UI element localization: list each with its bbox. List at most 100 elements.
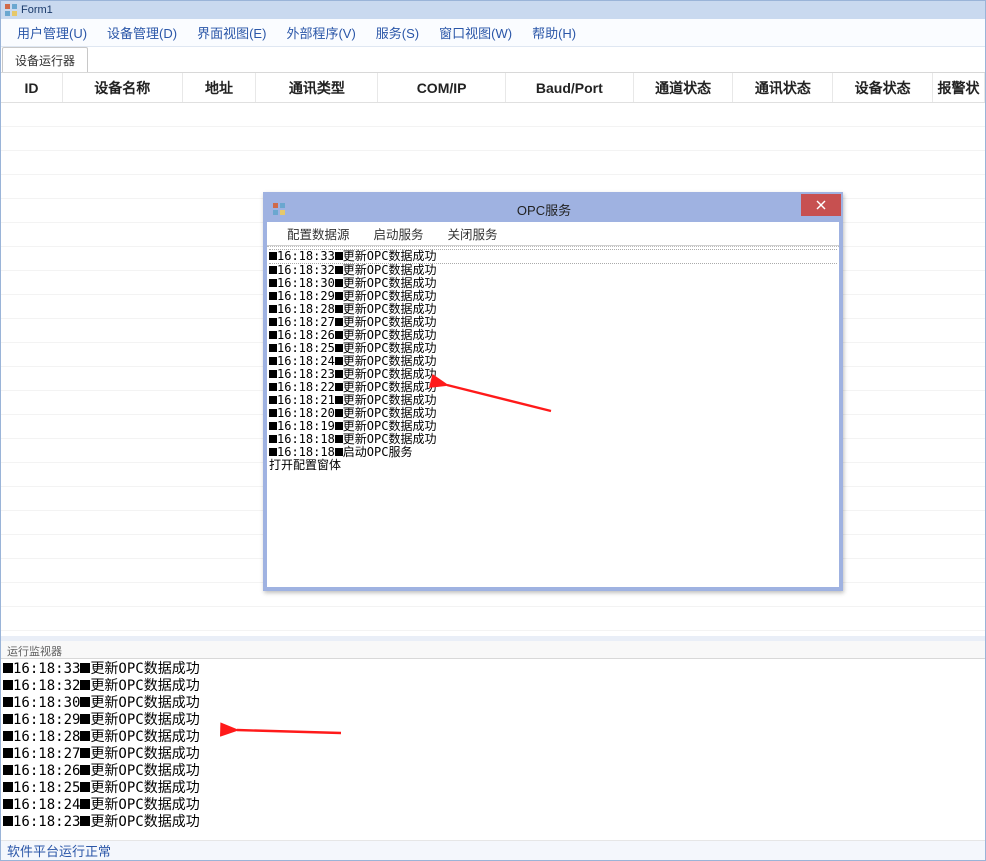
bullet-icon [335,396,343,404]
bullet-icon [80,663,90,673]
bullet-icon [335,370,343,378]
log-row: 16:18:25更新OPC数据成功 [3,780,985,797]
log-row: 16:18:33更新OPC数据成功 [269,249,837,264]
status-bar: 软件平台运行正常 [1,840,985,860]
monitor-label: 运行监视器 [1,641,985,659]
col-baudport[interactable]: Baud/Port [506,73,634,102]
col-devname[interactable]: 设备名称 [63,73,183,102]
bullet-icon [269,318,277,326]
log-row: 16:18:24更新OPC数据成功 [3,797,985,814]
bullet-icon [269,396,277,404]
log-row: 16:18:23更新OPC数据成功 [3,814,985,831]
log-row: 16:18:29更新OPC数据成功 [3,712,985,729]
bullet-icon [3,680,13,690]
bullet-icon [269,422,277,430]
bullet-icon [3,748,13,758]
log-row: 16:18:32更新OPC数据成功 [3,678,985,695]
log-row: 16:18:33更新OPC数据成功 [3,661,985,678]
log-row: 16:18:28更新OPC数据成功 [3,729,985,746]
col-address[interactable]: 地址 [183,73,257,102]
dialog-app-icon [273,203,285,215]
bullet-icon [269,370,277,378]
bullet-icon [269,448,277,456]
col-id[interactable]: ID [1,73,63,102]
bullet-icon [335,252,343,260]
col-commtype[interactable]: 通讯类型 [256,73,378,102]
bullet-icon [335,383,343,391]
dialog-close-button[interactable] [801,194,841,216]
menu-user[interactable]: 用户管理(U) [7,19,97,46]
main-window: Form1 用户管理(U) 设备管理(D) 界面视图(E) 外部程序(V) 服务… [0,0,986,861]
bullet-icon [3,697,13,707]
bullet-icon [335,435,343,443]
col-alarm[interactable]: 报警状 [933,73,985,102]
bullet-icon [3,731,13,741]
menu-bar: 用户管理(U) 设备管理(D) 界面视图(E) 外部程序(V) 服务(S) 窗口… [1,19,985,47]
bullet-icon [3,816,13,826]
bullet-icon [80,765,90,775]
bullet-icon [335,448,343,456]
menu-help[interactable]: 帮助(H) [522,19,586,46]
menu-window[interactable]: 窗口视图(W) [429,19,522,46]
menu-service[interactable]: 服务(S) [366,19,429,46]
dialog-menu-start[interactable]: 启动服务 [362,221,436,246]
log-row: 打开配置窗体 [269,459,837,472]
col-chanstat[interactable]: 通道状态 [634,73,734,102]
bullet-icon [3,765,13,775]
bullet-icon [269,435,277,443]
col-comip[interactable]: COM/IP [378,73,506,102]
menu-external[interactable]: 外部程序(V) [276,19,365,46]
dialog-title: OPC服务 [289,200,839,219]
bullet-icon [269,266,277,274]
col-commstat[interactable]: 通讯状态 [733,73,833,102]
app-icon [5,4,17,16]
bullet-icon [335,409,343,417]
dialog-menu-stop[interactable]: 关闭服务 [436,221,510,246]
bullet-icon [80,782,90,792]
bullet-icon [335,318,343,326]
bullet-icon [269,357,277,365]
bullet-icon [335,331,343,339]
menu-device[interactable]: 设备管理(D) [97,19,187,46]
bullet-icon [3,714,13,724]
tab-device-runner[interactable]: 设备运行器 [2,47,88,72]
tab-strip: 设备运行器 [1,47,985,73]
bullet-icon [335,344,343,352]
bullet-icon [269,344,277,352]
bullet-icon [335,279,343,287]
bullet-icon [3,799,13,809]
log-row: 16:18:18启动OPC服务 [269,446,837,459]
close-icon [816,200,826,210]
bullet-icon [80,697,90,707]
bullet-icon [80,680,90,690]
bullet-icon [269,331,277,339]
log-row: 16:18:27更新OPC数据成功 [3,746,985,763]
bullet-icon [3,663,13,673]
bullet-icon [269,292,277,300]
title-bar[interactable]: Form1 [1,1,985,19]
bullet-icon [269,409,277,417]
col-devstat[interactable]: 设备状态 [833,73,933,102]
bottom-panel: 运行监视器 16:18:33更新OPC数据成功16:18:32更新OPC数据成功… [1,636,985,840]
bullet-icon [80,748,90,758]
dialog-title-bar[interactable]: OPC服务 [267,196,839,222]
menu-view[interactable]: 界面视图(E) [187,19,276,46]
bullet-icon [80,816,90,826]
annotation-arrow-bottom [231,719,351,746]
annotation-arrow-top [441,379,561,422]
bullet-icon [269,252,277,260]
dialog-menu-datasource[interactable]: 配置数据源 [275,221,362,246]
status-text: 软件平台运行正常 [7,841,111,860]
window-title: Form1 [21,4,53,16]
bullet-icon [335,292,343,300]
bullet-icon [3,782,13,792]
bullet-icon [269,279,277,287]
log-row: 16:18:26更新OPC数据成功 [3,763,985,780]
bullet-icon [80,714,90,724]
bullet-icon [335,266,343,274]
bullet-icon [335,357,343,365]
dialog-menu: 配置数据源 启动服务 关闭服务 [267,222,839,246]
bullet-icon [80,731,90,741]
monitor-log[interactable]: 16:18:33更新OPC数据成功16:18:32更新OPC数据成功 16:18:… [1,659,985,840]
bullet-icon [335,305,343,313]
